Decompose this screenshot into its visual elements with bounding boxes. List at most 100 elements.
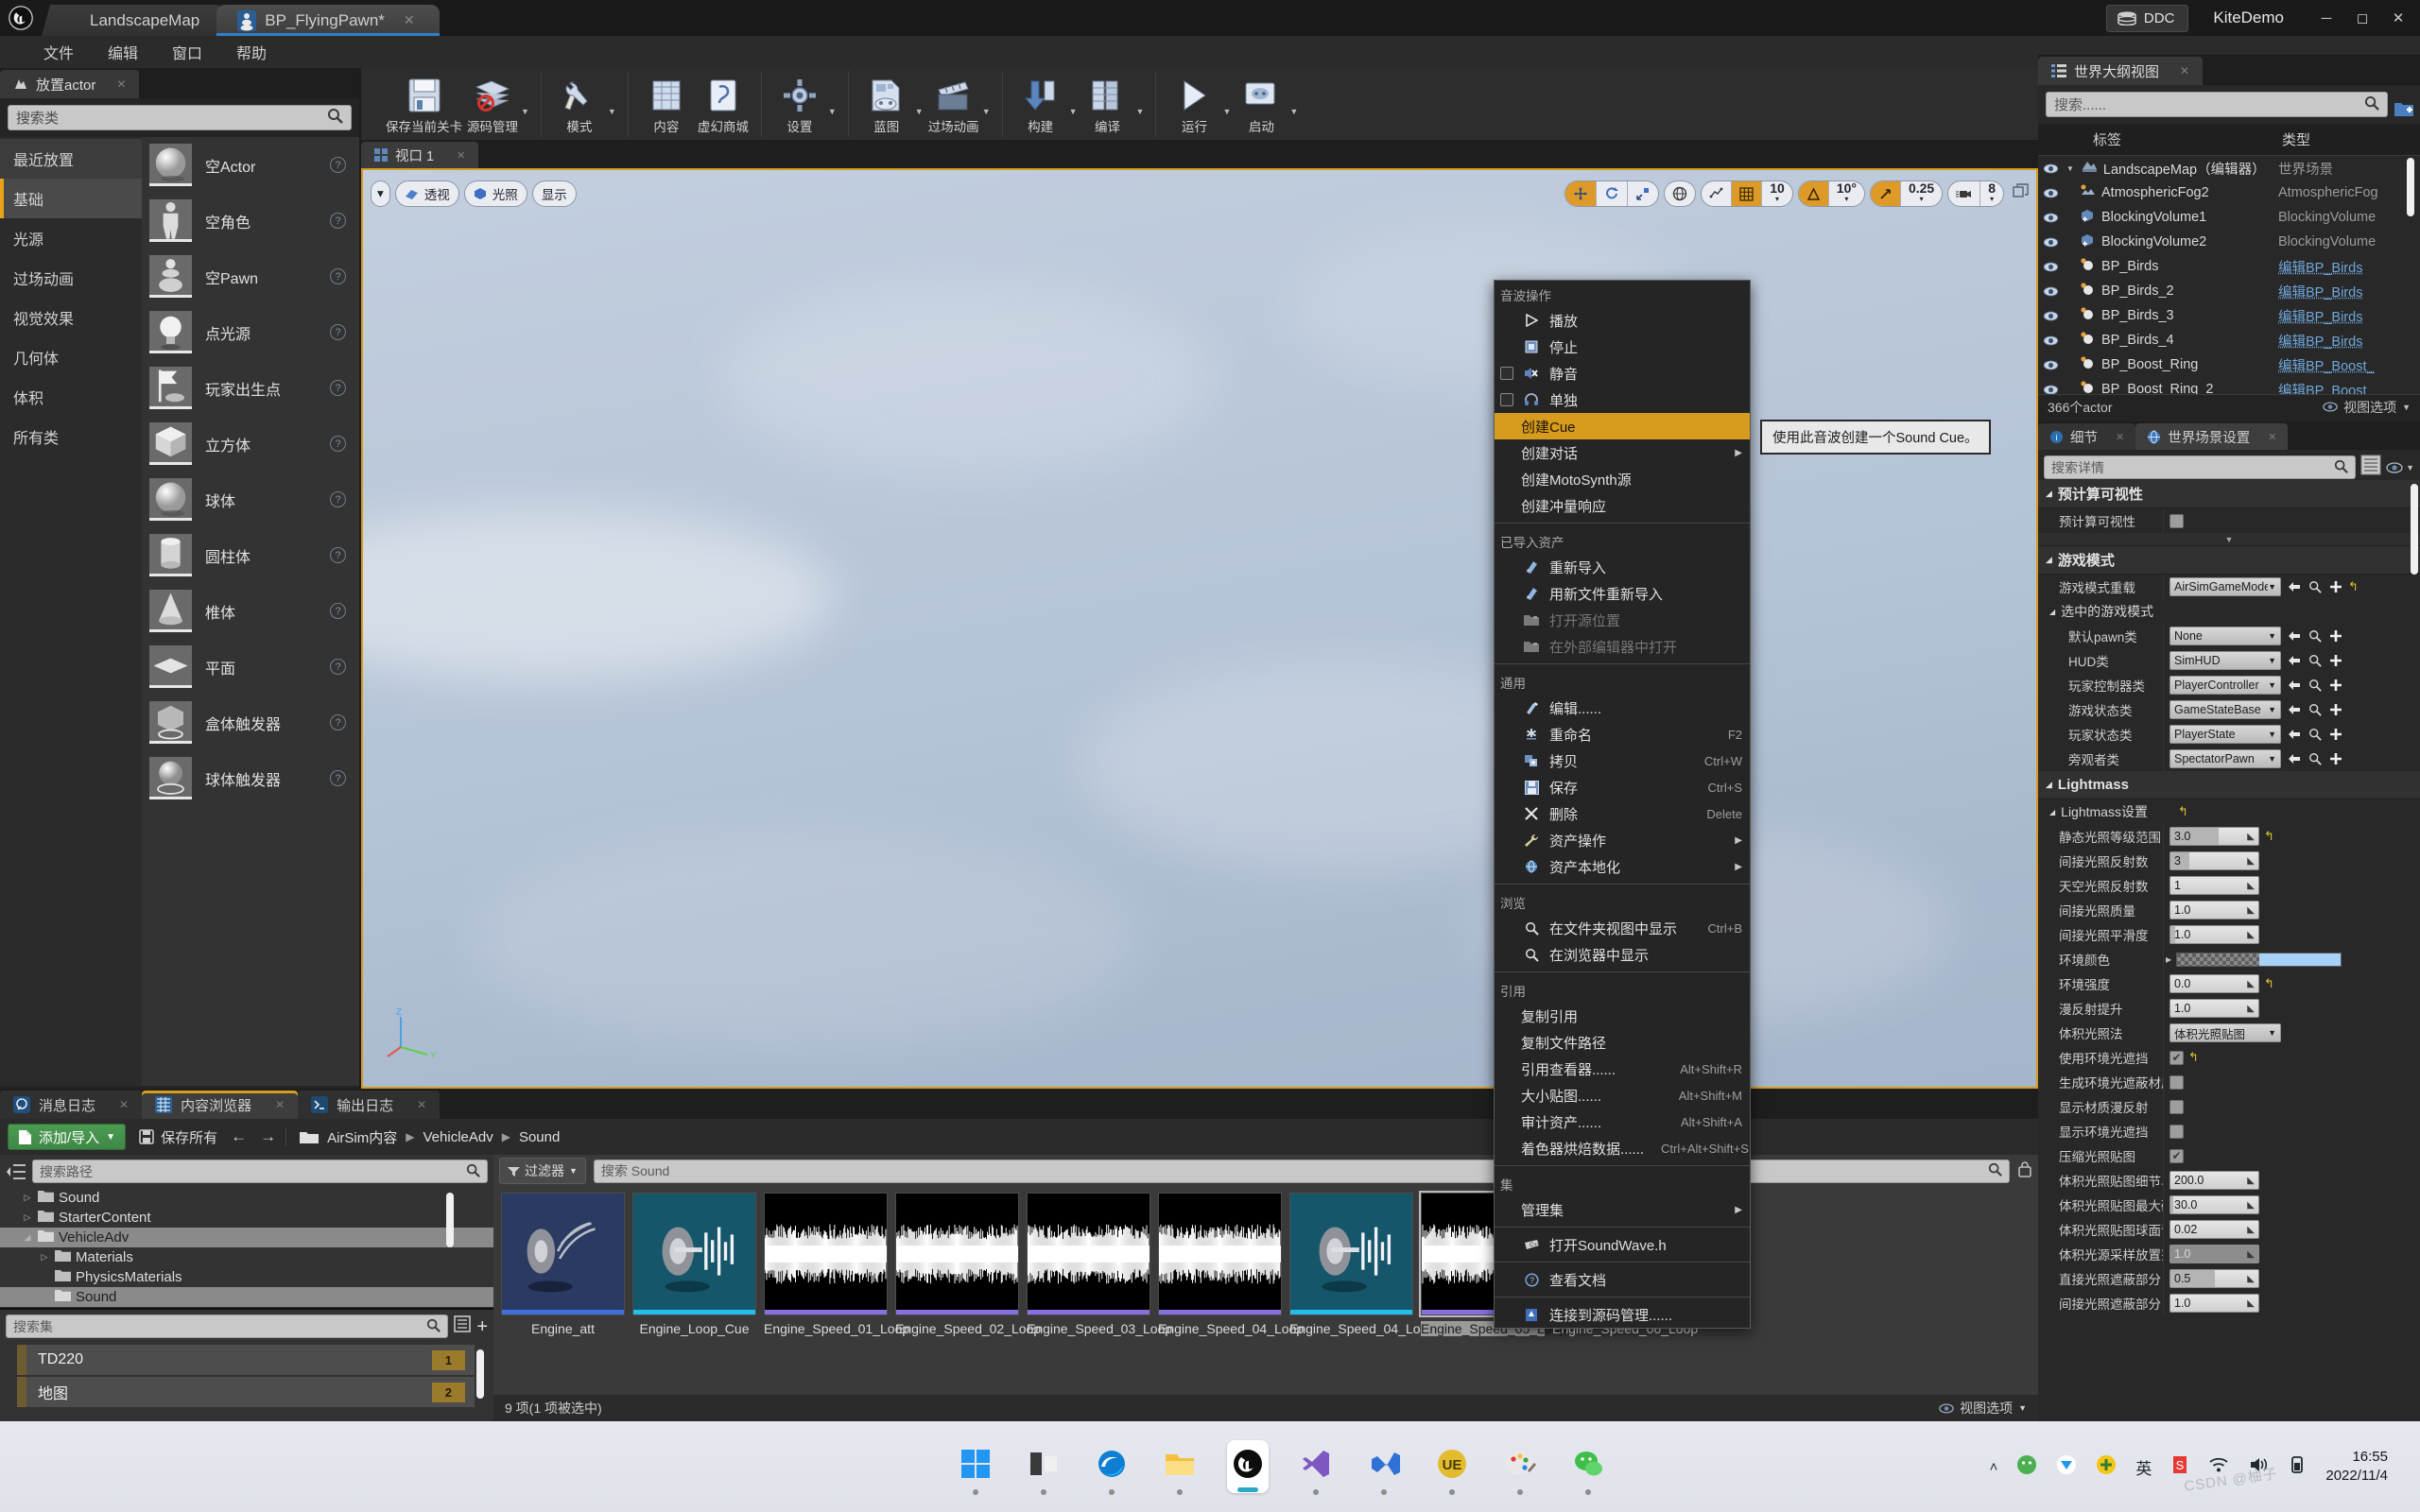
minimize-button[interactable]: ─ (2308, 4, 2344, 32)
folder-tree-node[interactable]: ▷ StarterContent (0, 1208, 493, 1228)
place-actors-item[interactable]: 球体触发器? (142, 750, 359, 806)
taskbar-clock[interactable]: 16:55 2022/11/4 (2325, 1448, 2411, 1486)
asset-tile[interactable]: Engine_Speed_01_Loop (764, 1193, 888, 1336)
browse-icon[interactable] (2307, 678, 2323, 694)
number-field[interactable]: 0.02 ◣ (2169, 1220, 2259, 1239)
details-view-options-button[interactable]: ▼ (2386, 462, 2414, 473)
folder-tree-node[interactable]: PhysicsMaterials (0, 1267, 493, 1287)
angle-snap-toggle[interactable] (1799, 181, 1829, 206)
outliner-row[interactable]: BlockingVolume1 BlockingVolume (2038, 205, 2420, 230)
chevron-down-icon[interactable]: ▼ (982, 107, 991, 137)
forward-button[interactable]: → (260, 1127, 276, 1146)
world-outliner-search-input[interactable]: 搜索...... (2046, 92, 2388, 117)
menu-item[interactable]: 重新导入 (1495, 554, 1750, 580)
spinner-icon[interactable]: ◣ (2247, 1225, 2255, 1235)
rotate-mode-button[interactable] (1597, 181, 1628, 206)
checkbox[interactable] (2169, 1075, 2184, 1090)
visibility-toggle-icon[interactable] (2038, 163, 2063, 174)
number-field[interactable]: 3 ◣ (2169, 851, 2259, 870)
place-actors-item[interactable]: 点光源? (142, 304, 359, 360)
place-actors-item[interactable]: 圆柱体? (142, 527, 359, 583)
dropdown[interactable]: AirSimGameMode ▼ (2169, 577, 2281, 596)
toolbar-button-启动[interactable]: 启动 (1235, 76, 1288, 137)
place-actors-item[interactable]: 盒体触发器? (142, 695, 359, 750)
menu-item[interactable]: 用新文件重新导入 (1495, 580, 1750, 607)
spinner-icon[interactable]: ◣ (2247, 1274, 2255, 1284)
surface-snap-button[interactable] (1702, 181, 1732, 206)
menu-help[interactable]: 帮助 (219, 37, 284, 67)
column-label[interactable]: 标签 (2063, 129, 2278, 149)
close-icon[interactable]: ✕ (417, 1098, 426, 1111)
menu-item[interactable]: 保存 Ctrl+S (1495, 774, 1750, 800)
place-actors-category-2[interactable]: 光源 (0, 218, 142, 258)
maximize-button[interactable]: ◻ (2344, 4, 2380, 32)
folder-tree-node[interactable]: Sound (0, 1287, 493, 1307)
outliner-row[interactable]: BP_Birds_2 编辑BP_Birds (2038, 279, 2420, 303)
place-actors-item[interactable]: 空Pawn? (142, 249, 359, 304)
taskbar-unreal-editor-icon[interactable] (1227, 1440, 1269, 1493)
menu-item[interactable]: 大小贴图...... Alt+Shift+M (1495, 1082, 1750, 1108)
spinner-icon[interactable]: ◣ (2247, 1004, 2255, 1014)
tree-expand-icon[interactable]: ◢ (22, 1232, 33, 1243)
taskbar-paint-icon[interactable] (1499, 1440, 1541, 1493)
menu-item[interactable]: 编辑...... (1495, 695, 1750, 721)
toolbar-button-编译[interactable]: 编译 (1081, 76, 1134, 137)
browse-icon[interactable] (2307, 727, 2323, 743)
help-icon[interactable]: ? (330, 547, 346, 563)
place-actors-item[interactable]: 空角色? (142, 193, 359, 249)
display-filter-button[interactable] (2360, 455, 2381, 480)
save-all-button[interactable]: 保存所有 (139, 1127, 217, 1147)
asset-tile[interactable]: Engine_att (501, 1193, 625, 1336)
outliner-row-type[interactable]: 编辑BP_Boost_ (2278, 380, 2420, 395)
details-scrollbar[interactable] (2411, 484, 2418, 575)
add-icon[interactable] (2327, 628, 2343, 644)
help-icon[interactable]: ? (330, 380, 346, 396)
menu-item[interactable]: 播放 (1495, 307, 1750, 334)
outliner-row[interactable]: BP_Boost_Ring 编辑BP_Boost_ (2038, 352, 2420, 377)
asset-tile[interactable]: Engine_Speed_04_Loop_Cue (1289, 1193, 1413, 1336)
close-icon[interactable]: ✕ (116, 77, 126, 91)
collection-row[interactable]: 地图 2 (17, 1377, 475, 1407)
reset-arrow-icon[interactable] (2286, 751, 2302, 767)
spinner-icon[interactable]: ◣ (2247, 930, 2255, 940)
menu-item[interactable]: 创建Cue (1495, 413, 1750, 439)
add-icon[interactable] (2327, 678, 2343, 694)
outliner-row-type[interactable]: 编辑BP_Birds (2278, 306, 2420, 326)
close-icon[interactable]: ✕ (119, 1098, 129, 1111)
tab-content-browser[interactable]: 内容浏览器 ✕ (142, 1091, 298, 1119)
tree-expand-icon[interactable]: ▷ (22, 1212, 33, 1223)
help-icon[interactable]: ? (330, 491, 346, 507)
details-section-header[interactable]: ◢ Lightmass (2038, 771, 2420, 799)
checkbox[interactable] (2169, 1125, 2184, 1139)
details-search-input[interactable]: 搜索详情 (2044, 455, 2356, 479)
menu-item[interactable]: 复制文件路径 (1495, 1029, 1750, 1056)
place-actors-category-6[interactable]: 体积 (0, 377, 142, 417)
menu-file[interactable]: 文件 (26, 37, 91, 67)
color-swatch[interactable] (2176, 953, 2342, 967)
revert-icon[interactable]: ↰ (2348, 579, 2359, 594)
tab-world-outliner[interactable]: 世界大纲视图 ✕ (2038, 57, 2203, 85)
number-field[interactable]: 0.0 ◣ (2169, 974, 2259, 993)
place-actors-item[interactable]: 立方体? (142, 416, 359, 472)
tree-expand-icon[interactable]: ▷ (22, 1193, 33, 1203)
menu-edit[interactable]: 编辑 (91, 37, 155, 67)
spinner-icon[interactable]: ◣ (2247, 881, 2255, 891)
spinner-icon[interactable]: ◣ (2247, 1298, 2255, 1309)
toolbar-button-设置[interactable]: 设置 (773, 76, 826, 137)
taskbar-start-icon[interactable] (955, 1440, 996, 1493)
revert-icon[interactable]: ↰ (2178, 804, 2188, 819)
taskbar-wechat-icon[interactable] (1567, 1440, 1609, 1493)
tab-details[interactable]: i 细节 ✕ (2038, 423, 2135, 450)
menu-item[interactable]: 创建冲量响应 (1495, 492, 1750, 519)
toolbar-button-模式[interactable]: 模式 (553, 76, 606, 137)
help-icon[interactable]: ? (330, 714, 346, 730)
angle-snap-value[interactable]: 10° ▾ (1829, 181, 1864, 206)
checkbox[interactable] (2169, 1100, 2184, 1114)
reset-arrow-icon[interactable] (2286, 727, 2302, 743)
number-field[interactable]: 3.0 ◣ (2169, 827, 2259, 846)
asset-thumbnail[interactable] (1289, 1193, 1413, 1315)
visibility-toggle-icon[interactable] (2038, 385, 2063, 395)
chevron-down-icon[interactable]: ▼ (1289, 107, 1298, 137)
number-field[interactable]: 200.0 ◣ (2169, 1171, 2259, 1190)
visibility-toggle-icon[interactable] (2038, 213, 2063, 223)
